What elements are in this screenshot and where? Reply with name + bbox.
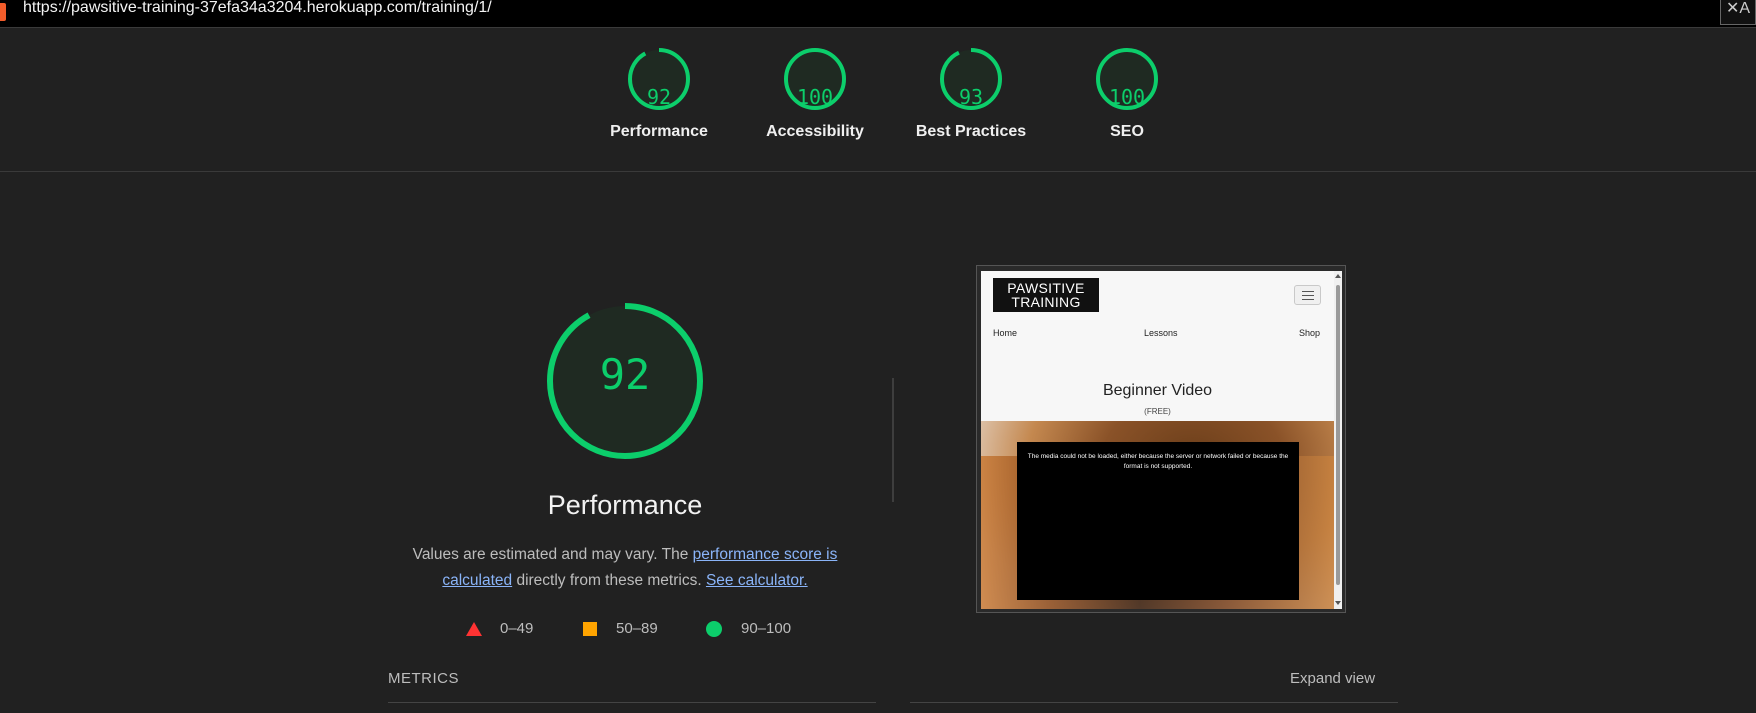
translate-icon[interactable]: ✕A [1720, 0, 1756, 25]
gauge-label: Best Practices [915, 123, 1027, 140]
final-screenshot[interactable]: PAWSITIVE TRAINING Home Lessons Shop Beg… [976, 265, 1346, 613]
scrollbar-thumb [1336, 285, 1340, 585]
description-text-middle: directly from these metrics. [512, 572, 702, 589]
square-icon [583, 622, 597, 636]
nav-home: Home [993, 328, 1018, 338]
performance-description: Values are estimated and may vary. The p… [400, 542, 850, 594]
gauge-score: 100 [1108, 85, 1146, 109]
description-text: Values are estimated and may vary. The [412, 546, 693, 563]
score-legend: 0–49 50–89 90–100 [460, 620, 820, 640]
gauge-label: Performance [610, 123, 708, 140]
url-text[interactable]: https://pawsitive-training-37efa34a3204.… [23, 0, 492, 16]
scroll-up-icon [1335, 274, 1341, 278]
preview-scrollbar [1334, 271, 1342, 609]
gauge-seo[interactable]: 100 SEO [1057, 47, 1197, 141]
gauge-score: 93 [958, 85, 984, 109]
gauge-best-practices[interactable]: 93 Best Practices [901, 47, 1041, 141]
gauge-label: Accessibility [766, 123, 864, 140]
video-title: Beginner Video [1102, 382, 1213, 399]
metrics-heading: METRICS [388, 670, 459, 687]
metrics-divider-left [388, 702, 876, 703]
nav-shop: Shop [1299, 328, 1321, 338]
gauge-label: SEO [1110, 123, 1144, 140]
video-error-message: The media could not be loaded, either be… [1027, 453, 1289, 470]
legend-fail-range: 0–49 [500, 620, 534, 637]
see-calculator-link[interactable]: See calculator. [706, 572, 808, 589]
gauge-accessibility[interactable]: 100 Accessibility [745, 47, 885, 141]
expand-view-toggle[interactable]: Expand view [1290, 670, 1375, 687]
vertical-divider [892, 378, 894, 502]
legend-pass-range: 90–100 [741, 620, 792, 637]
scroll-down-icon [1335, 601, 1341, 605]
site-favicon-icon [0, 3, 6, 21]
performance-score: 92 [599, 350, 651, 399]
video-player: The media could not be loaded, either be… [1017, 442, 1299, 600]
legend-average-range: 50–89 [616, 620, 658, 637]
circle-icon [706, 621, 722, 637]
metrics-divider-right [910, 702, 1398, 703]
performance-title: Performance [547, 490, 703, 520]
triangle-icon [466, 622, 482, 636]
site-logo: PAWSITIVE TRAINING [993, 278, 1099, 312]
screenshot-page: PAWSITIVE TRAINING Home Lessons Shop Beg… [981, 271, 1334, 609]
nav-lessons: Lessons [1144, 328, 1178, 338]
gauge-score: 100 [796, 85, 834, 109]
video-subtitle: (FREE) [1144, 407, 1171, 416]
gauge-score: 92 [646, 85, 672, 109]
category-gauges: 92 Performance 100 Accessibility 93 Best… [0, 27, 1756, 172]
address-bar: https://pawsitive-training-37efa34a3204.… [0, 0, 1756, 28]
gauge-performance[interactable]: 92 Performance [589, 47, 729, 141]
hamburger-menu-icon [1294, 285, 1321, 305]
